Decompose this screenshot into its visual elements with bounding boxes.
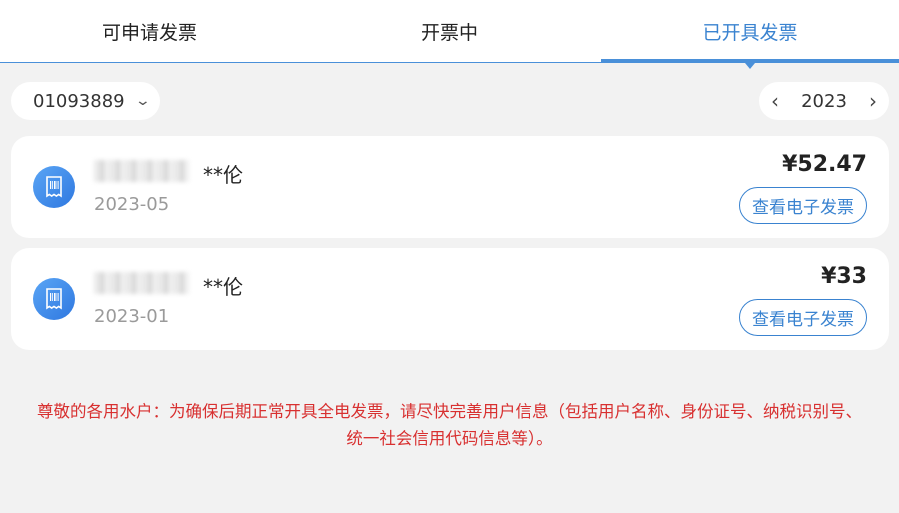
invoice-amount: ¥33 bbox=[821, 264, 867, 289]
masked-account-name bbox=[94, 272, 189, 294]
tab-invoiceable[interactable]: 可申请发票 bbox=[0, 0, 299, 62]
chevron-left-icon[interactable]: ‹ bbox=[771, 91, 779, 111]
invoice-card: **伦 2023-01 ¥33 查看电子发票 bbox=[11, 248, 889, 350]
tab-bar: 可申请发票 开票中 已开具发票 bbox=[0, 0, 899, 63]
view-e-invoice-button[interactable]: 查看电子发票 bbox=[739, 299, 867, 336]
notice-line-1: 尊敬的各用水户：为确保后期正常开具全电发票，请尽快完善用户信息（包括用户名称、身… bbox=[37, 402, 862, 421]
invoice-card: **伦 2023-05 ¥52.47 查看电子发票 bbox=[11, 136, 889, 238]
invoice-date: 2023-01 bbox=[94, 306, 170, 327]
customer-name: **伦 bbox=[203, 275, 243, 299]
chevron-right-icon[interactable]: › bbox=[869, 91, 877, 111]
chevron-down-icon: ⌄ bbox=[134, 93, 151, 109]
invoice-amount: ¥52.47 bbox=[782, 152, 867, 177]
account-select[interactable]: 01093889 ⌄ bbox=[11, 82, 160, 120]
receipt-icon bbox=[33, 166, 75, 208]
customer-name: **伦 bbox=[203, 163, 243, 187]
year-picker: ‹ 2023 › bbox=[759, 82, 889, 120]
tab-in-progress[interactable]: 开票中 bbox=[300, 0, 599, 62]
account-number: 01093889 bbox=[33, 90, 125, 112]
tab-issued[interactable]: 已开具发票 bbox=[601, 0, 899, 62]
invoice-date: 2023-05 bbox=[94, 194, 170, 215]
masked-account-name bbox=[94, 160, 189, 182]
year-value: 2023 bbox=[801, 90, 847, 112]
active-tab-caret-icon bbox=[745, 63, 755, 69]
receipt-icon bbox=[33, 278, 75, 320]
notice-message: 尊敬的各用水户：为确保后期正常开具全电发票，请尽快完善用户信息（包括用户名称、身… bbox=[0, 398, 899, 452]
view-e-invoice-button[interactable]: 查看电子发票 bbox=[739, 187, 867, 224]
notice-line-2: 统一社会信用代码信息等）。 bbox=[346, 429, 553, 448]
